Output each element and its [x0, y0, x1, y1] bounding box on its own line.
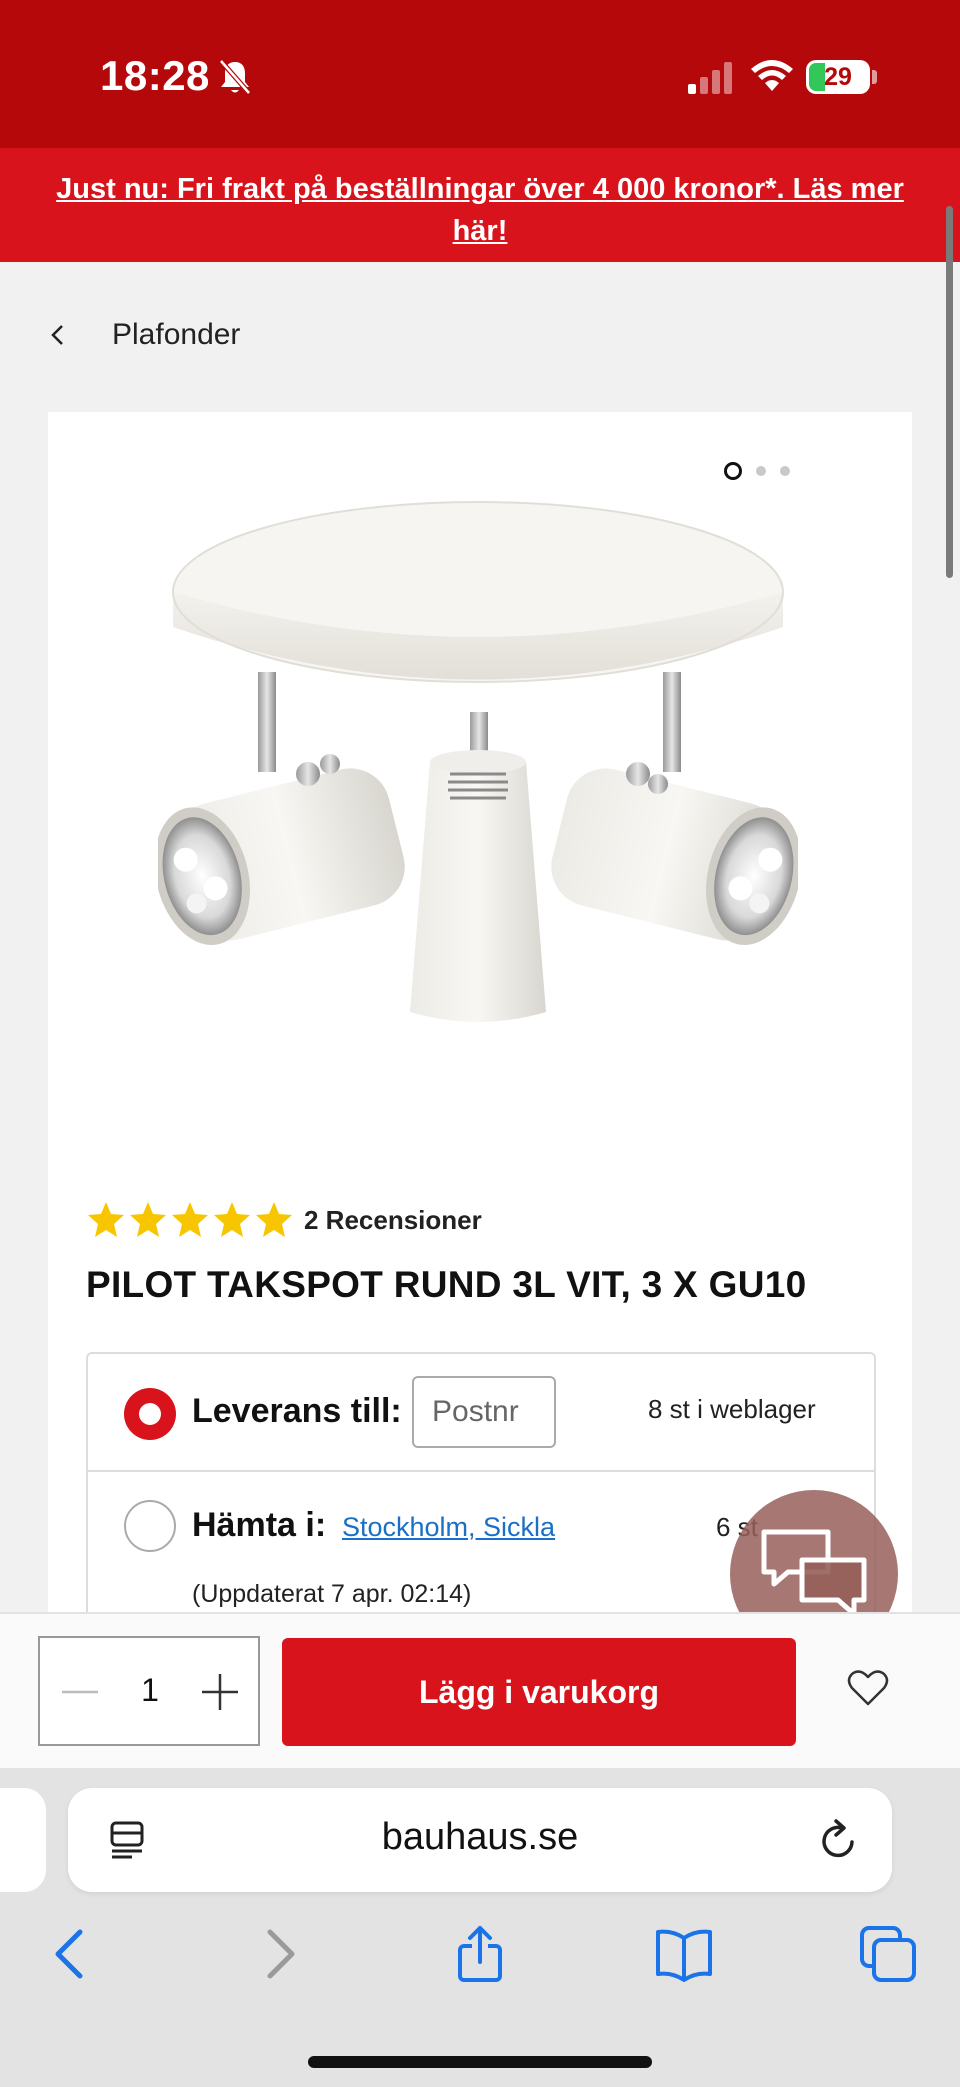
tabs-icon[interactable]: [858, 1924, 918, 1984]
gallery-dot-1[interactable]: [724, 462, 742, 480]
gallery-dot-3[interactable]: [780, 466, 790, 476]
gallery-pagination: [724, 462, 790, 480]
chevron-left-icon: [51, 325, 63, 345]
reload-icon[interactable]: [818, 1818, 860, 1862]
plus-icon[interactable]: [198, 1670, 242, 1714]
stock-updated: (Uppdaterat 7 apr. 02:14): [192, 1580, 472, 1608]
delivery-radio[interactable]: [124, 1388, 176, 1440]
address-bar[interactable]: bauhaus.se: [68, 1788, 892, 1892]
delivery-label: Leverans till:: [192, 1392, 402, 1430]
product-image[interactable]: [158, 492, 798, 1072]
store-link[interactable]: Stockholm, Sickla: [342, 1512, 555, 1543]
breadcrumb[interactable]: Plafonder: [48, 308, 240, 362]
star-icon: [256, 1202, 292, 1237]
product-rating[interactable]: 2 Recensioner: [86, 1200, 482, 1240]
quantity-value[interactable]: 1: [120, 1672, 180, 1709]
battery-tip: [872, 70, 877, 84]
bell-slash-icon: [219, 59, 251, 95]
home-indicator[interactable]: [308, 2056, 652, 2068]
heart-icon[interactable]: [846, 1668, 890, 1708]
add-to-cart-bar: 1 Lägg i varukorg: [0, 1612, 960, 1770]
add-to-cart-button[interactable]: Lägg i varukorg: [282, 1638, 796, 1746]
url-text[interactable]: bauhaus.se: [68, 1816, 892, 1859]
promo-link[interactable]: Just nu: Fri frakt på beställningar över…: [0, 148, 960, 252]
previous-tab[interactable]: [0, 1788, 46, 1892]
chat-icon: [761, 1529, 867, 1617]
product-title: PILOT TAKSPOT RUND 3L VIT, 3 X GU10: [86, 1264, 807, 1305]
bookmarks-icon[interactable]: [654, 1924, 714, 1984]
battery-charging-icon: 29: [806, 60, 870, 94]
back-icon[interactable]: [42, 1924, 102, 1984]
gallery-dot-2[interactable]: [756, 466, 766, 476]
promo-banner: Just nu: Fri frakt på beställningar över…: [0, 148, 960, 262]
star-icon: [214, 1202, 250, 1237]
reviews-link[interactable]: 2 Recensioner: [304, 1205, 482, 1236]
share-icon[interactable]: [450, 1924, 510, 1984]
breadcrumb-label: Plafonder: [112, 318, 241, 351]
postnr-input[interactable]: [412, 1376, 556, 1448]
pickup-radio[interactable]: [124, 1500, 176, 1552]
status-bar: 18:28 29: [0, 0, 960, 148]
quantity-stepper: 1: [38, 1636, 260, 1746]
star-icon: [88, 1202, 124, 1237]
pickup-label: Hämta i:: [192, 1506, 327, 1544]
minus-icon[interactable]: [58, 1670, 102, 1714]
signal-icon: [688, 62, 732, 94]
star-icon: [172, 1202, 208, 1237]
browser-chrome: bauhaus.se: [0, 1768, 960, 2087]
rating-stars: [86, 1200, 294, 1240]
web-stock: 8 st i weblager: [648, 1394, 816, 1424]
star-icon: [130, 1202, 166, 1237]
clock: 18:28: [100, 52, 210, 99]
wifi-icon: [751, 60, 793, 91]
forward-icon[interactable]: [248, 1924, 308, 1984]
battery-level: 29: [824, 63, 852, 91]
page-scrollbar[interactable]: [946, 206, 953, 578]
